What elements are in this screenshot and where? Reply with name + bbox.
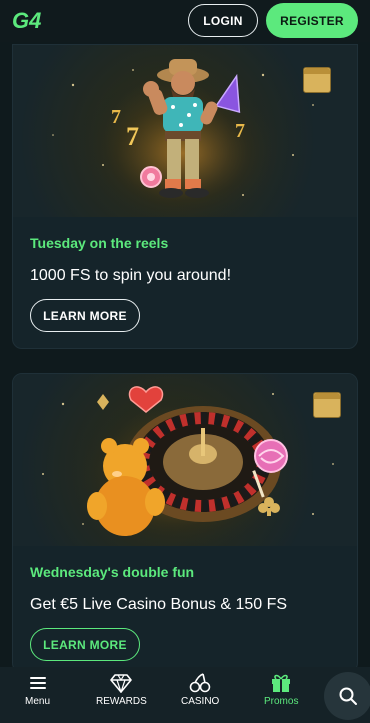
login-button[interactable]: LOGIN: [188, 4, 258, 37]
promo-day-label: Wednesday's double fun: [30, 564, 195, 580]
promo-card-tuesday: 7 7 7 Tuesday on the reels 1000 FS to sp…: [12, 44, 358, 349]
search-button[interactable]: [324, 672, 370, 720]
promo-title: Get €5 Live Casino Bonus & 150 FS: [30, 596, 288, 613]
learn-more-button[interactable]: LEARN MORE: [30, 628, 140, 661]
promo-day-label: Tuesday on the reels: [30, 235, 169, 251]
svg-text:G4: G4: [12, 8, 41, 32]
nav-promos-label: Promos: [264, 696, 299, 707]
calendar-icon: [313, 392, 341, 418]
register-button[interactable]: REGISTER: [266, 3, 358, 38]
hamburger-icon: [29, 677, 46, 689]
diamond-icon: [110, 674, 133, 693]
g4-logo[interactable]: G4: [12, 8, 58, 32]
top-header: G4 LOGIN REGISTER: [0, 0, 370, 42]
cherries-icon: [189, 673, 211, 693]
nav-rewards[interactable]: REWARDS: [96, 673, 147, 707]
nav-menu-label: Menu: [25, 696, 51, 707]
search-icon: [339, 687, 357, 705]
promo-image-cowboy: 7 7 7: [13, 45, 357, 217]
svg-text:7: 7: [111, 106, 121, 128]
calendar-icon: [303, 67, 331, 93]
nav-rewards-label: REWARDS: [96, 696, 147, 707]
nav-menu[interactable]: Menu: [25, 673, 50, 707]
gift-icon: [272, 674, 291, 692]
promo-title: 1000 FS to spin you around!: [30, 267, 232, 284]
nav-casino-label: CASINO: [181, 696, 220, 707]
nav-promos[interactable]: Promos: [264, 673, 298, 707]
learn-more-button[interactable]: LEARN MORE: [30, 299, 140, 332]
promo-image-roulette: [13, 374, 357, 546]
promo-card-wednesday: Wednesday's double fun Get €5 Live Casin…: [12, 373, 358, 673]
svg-text:7: 7: [235, 120, 245, 142]
svg-text:7: 7: [126, 122, 139, 151]
bottom-navigation: Menu REWARDS CASINO Promos: [0, 667, 370, 723]
nav-casino[interactable]: CASINO: [181, 673, 219, 707]
